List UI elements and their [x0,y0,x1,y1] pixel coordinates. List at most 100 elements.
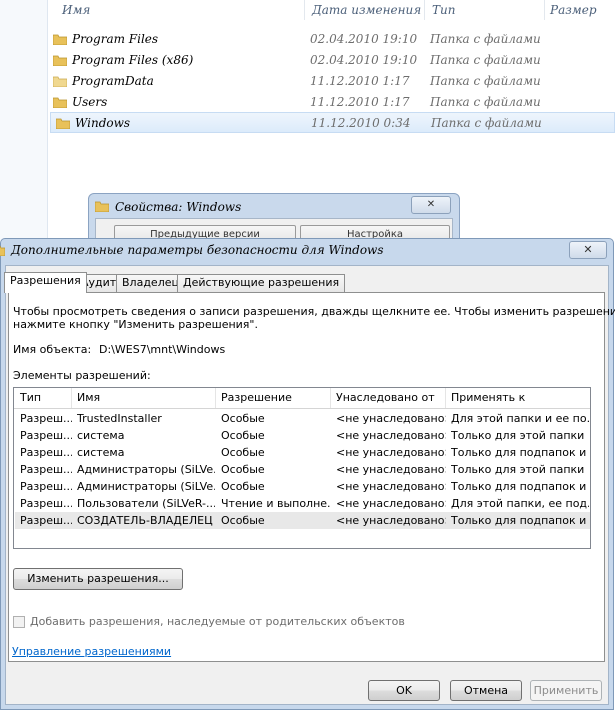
permission-entries-list[interactable]: Тип Имя Разрешение Унаследовано от Приме… [13,387,591,549]
folder-type: Папка с файлами [430,95,541,109]
column-type[interactable]: Тип [20,391,41,404]
object-name-label: Имя объекта: [13,343,92,356]
tab-effective-permissions[interactable]: Действующие разрешения [177,274,346,292]
folder-type: Папка с файлами [430,53,541,67]
folder-date: 02.04.2010 19:10 [310,53,418,67]
cell-inherited: <не унаследовано> [336,463,446,476]
apply-button[interactable]: Применить [530,680,602,701]
cell-apply-to: Только для подпапок и ... [451,514,589,527]
table-row[interactable]: Разреш... Пользователи (SiLVeR-... Чтени… [15,495,590,512]
column-apply-to[interactable]: Применять к [451,391,525,404]
cell-name: Пользователи (SiLVeR-... [77,497,215,510]
close-button[interactable]: ✕ [411,196,451,214]
cell-inherited: <не унаследовано> [336,446,446,459]
inherit-checkbox[interactable] [13,616,25,628]
column-date[interactable]: Дата изменения [312,3,421,17]
table-row[interactable]: Разреш... система Особые <не унаследован… [15,427,590,444]
cell-type: Разреш... [20,497,72,510]
cell-apply-to: Для этой папки и ее по... [451,412,589,425]
list-header: Тип Имя Разрешение Унаследовано от Приме… [14,388,590,409]
cell-name: Администраторы (SiLVe... [77,480,215,493]
table-row-selected[interactable]: Разреш... СОЗДАТЕЛЬ-ВЛАДЕЛЕЦ Особые <не … [15,512,590,529]
column-type[interactable]: Тип [432,3,455,17]
cell-inherited: <не унаследовано> [336,514,446,527]
folder-type: Папка с файлами [431,116,542,130]
column-separator[interactable] [215,388,216,408]
ok-button[interactable]: OK [368,680,440,701]
cell-name: система [77,429,125,442]
cell-name: Администраторы (SiLVe... [77,463,215,476]
cancel-button[interactable]: Отмена [450,680,522,701]
folder-name: Program Files [72,32,159,46]
folder-row[interactable]: Program Files (x86) 02.04.2010 19:10 Пап… [48,50,615,70]
column-size[interactable]: Размер [550,3,597,17]
cell-inherited: <не унаследовано> [336,412,446,425]
folder-name: Program Files (x86) [72,53,194,67]
folder-icon [53,97,67,108]
cell-apply-to: Только для этой папки [451,429,585,442]
dialog-body: Разрешения Аудит Владелец Действующие ра… [4,265,615,705]
column-name[interactable]: Имя [62,3,90,17]
folder-date: 11.12.2010 1:17 [310,95,410,109]
intro-text-line2: нажмите кнопку "Изменить разрешения". [13,318,258,331]
cell-type: Разреш... [20,429,72,442]
cell-permission: Особые [221,446,265,459]
table-row[interactable]: Разреш... Администраторы (SiLVe... Особы… [15,478,590,495]
cell-inherited: <не унаследовано> [336,429,446,442]
folder-icon [53,76,67,87]
cell-permission: Особые [221,429,265,442]
close-button[interactable]: ✕ [569,241,607,259]
file-list-header: Имя Дата изменения Тип Размер [48,0,615,20]
cell-name: СОЗДАТЕЛЬ-ВЛАДЕЛЕЦ [77,514,213,527]
cell-type: Разреш... [20,514,72,527]
tab-permissions[interactable]: Разрешения [4,272,87,293]
table-row[interactable]: Разреш... TrustedInstaller Особые <не ун… [15,410,590,427]
inherit-checkbox-label: Добавить разрешения, наследуемые от роди… [30,615,405,628]
cell-name: система [77,446,125,459]
object-name-value: D:\WES7\mnt\Windows [99,343,226,356]
column-separator[interactable] [544,0,545,20]
cell-permission: Особые [221,480,265,493]
folder-type: Папка с файлами [430,74,541,88]
folder-type: Папка с файлами [430,32,541,46]
cell-type: Разреш... [20,463,72,476]
folder-row[interactable]: Program Files 02.04.2010 19:10 Папка с ф… [48,29,615,49]
folder-row[interactable]: Users 11.12.2010 1:17 Папка с файлами [48,92,615,112]
folder-icon [53,34,67,45]
cell-permission: Особые [221,412,265,425]
column-inherited-from[interactable]: Унаследовано от [336,391,435,404]
cell-type: Разреш... [20,446,72,459]
navigation-pane [0,0,48,240]
folder-row-selected[interactable]: Windows 11.12.2010 0:34 Папка с файлами [50,112,615,133]
folder-row[interactable]: ProgramData 11.12.2010 1:17 Папка с файл… [48,71,615,91]
column-name[interactable]: Имя [77,391,100,404]
cell-inherited: <не унаследовано> [336,497,446,510]
manage-permissions-link[interactable]: Управление разрешениями [12,645,171,658]
table-row[interactable]: Разреш... Администраторы (SiLVe... Особы… [15,461,590,478]
folder-name: ProgramData [72,74,154,88]
cell-apply-to: Только для подпапок и ... [451,480,589,493]
cell-type: Разреш... [20,412,72,425]
properties-title: Свойства: Windows [115,200,242,214]
folder-date: 11.12.2010 0:34 [311,116,411,130]
folder-icon [95,201,109,212]
change-permissions-button[interactable]: Изменить разрешения... [13,568,183,590]
intro-text-line1: Чтобы просмотреть сведения о записи разр… [13,305,615,318]
column-separator[interactable] [304,0,305,20]
tab-owner[interactable]: Владелец [116,274,185,292]
permission-entries-label: Элементы разрешений: [13,369,151,382]
folder-icon [53,55,67,66]
cell-apply-to: Для этой папки, ее под... [451,497,589,510]
column-separator[interactable] [445,388,446,408]
cell-apply-to: Только для подпапок и ... [451,446,589,459]
folder-name: Users [72,95,108,109]
column-permission[interactable]: Разрешение [221,391,292,404]
folder-date: 11.12.2010 1:17 [310,74,410,88]
folder-icon [0,245,5,256]
column-separator[interactable] [330,388,331,408]
column-separator[interactable] [71,388,72,408]
cell-apply-to: Только для этой папки [451,463,585,476]
column-separator[interactable] [424,0,425,20]
table-row[interactable]: Разреш... система Особые <не унаследован… [15,444,590,461]
advanced-security-dialog: Дополнительные параметры безопасности дл… [0,238,615,710]
